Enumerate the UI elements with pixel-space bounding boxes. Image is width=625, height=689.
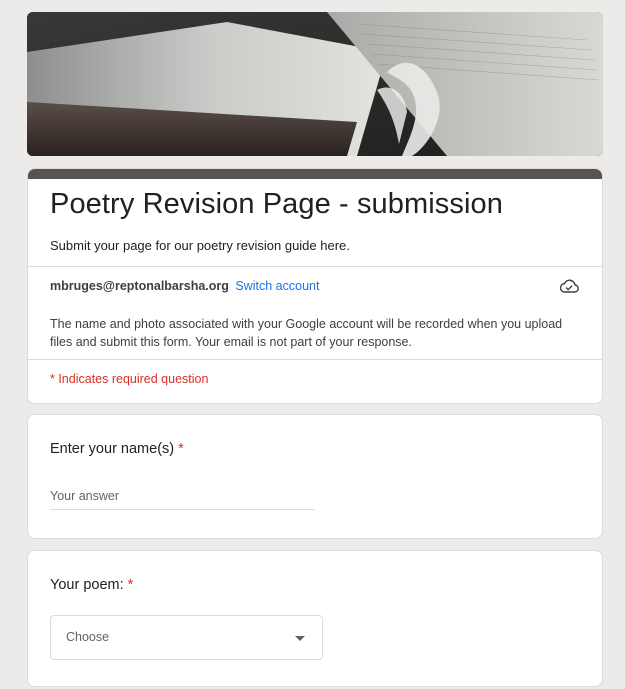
cloud-check-icon[interactable]	[558, 277, 580, 295]
header-banner-image	[27, 12, 603, 156]
name-answer-input[interactable]	[50, 483, 315, 510]
question-label: Enter your name(s) *	[50, 441, 184, 457]
dropdown-selected-value: Choose	[66, 630, 110, 644]
question-card-name: Enter your name(s) *	[27, 414, 603, 539]
question-label: Your poem: *	[50, 577, 133, 593]
question-title: Your poem:	[50, 577, 124, 593]
question-title: Enter your name(s)	[50, 441, 175, 457]
switch-account-link[interactable]: Switch account	[235, 279, 319, 293]
required-star: *	[178, 441, 184, 457]
poem-dropdown[interactable]: Choose	[50, 615, 323, 660]
divider	[28, 359, 602, 360]
account-email: mbruges@reptonalbarsha.org	[50, 279, 229, 293]
required-note: * Indicates required question	[50, 372, 209, 386]
question-card-poem: Your poem: * Choose	[27, 550, 603, 687]
form-header-card: Poetry Revision Page - submission Submit…	[27, 168, 603, 404]
theme-color-bar	[28, 169, 602, 179]
account-notice: The name and photo associated with your …	[50, 317, 563, 349]
dropdown-arrow-icon	[295, 636, 305, 641]
account-row: mbruges@reptonalbarsha.org Switch accoun…	[50, 279, 319, 293]
divider	[28, 266, 602, 267]
form-title: Poetry Revision Page - submission	[50, 188, 503, 220]
required-star: *	[127, 577, 134, 593]
form-description: Submit your page for our poetry revision…	[50, 238, 350, 253]
